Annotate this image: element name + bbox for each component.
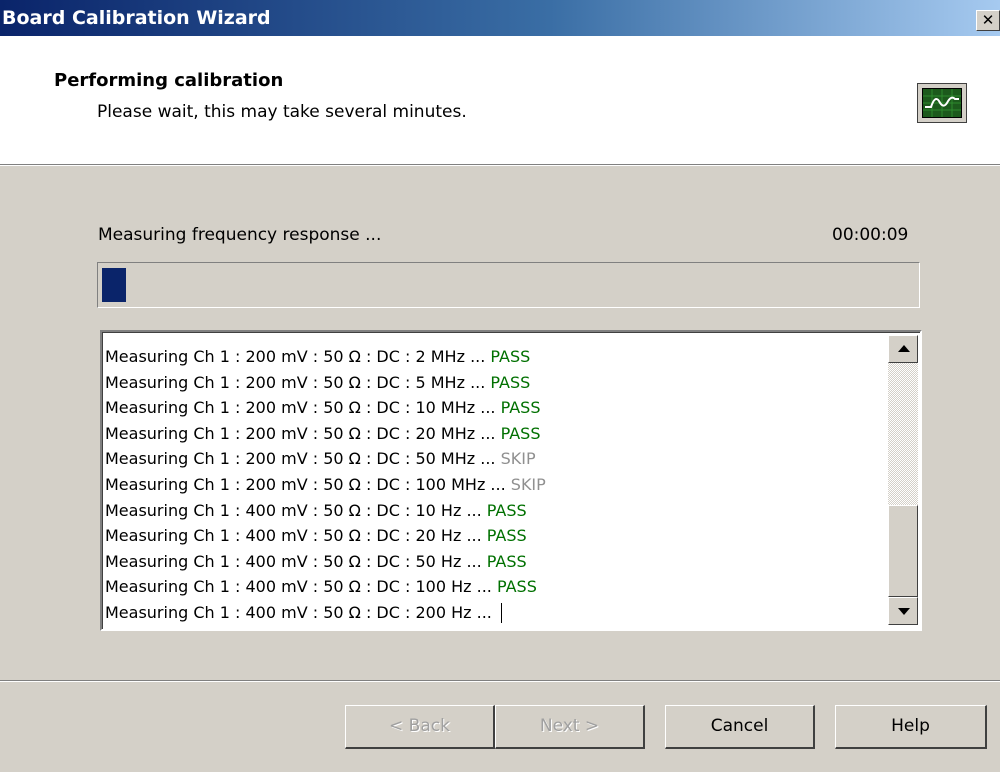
- log-line-text: Measuring Ch 1 : 200 mV : 50 Ω : DC : 2 …: [105, 347, 491, 366]
- log-line: Measuring Ch 1 : 400 mV : 50 Ω : DC : 10…: [105, 498, 885, 524]
- close-button[interactable]: ✕: [976, 10, 1000, 31]
- back-button[interactable]: < Back: [345, 705, 495, 749]
- log-line-result: PASS: [486, 551, 527, 571]
- log-line-result: PASS: [486, 526, 527, 546]
- help-button[interactable]: Help: [835, 705, 987, 749]
- progress-bar: [97, 262, 920, 308]
- log-line-result: SKIP: [510, 474, 546, 494]
- log-line: Measuring Ch 1 : 200 mV : 50 Ω : DC : 10…: [105, 472, 885, 498]
- page-subtitle: Please wait, this may take several minut…: [97, 102, 467, 122]
- log-line-text: Measuring Ch 1 : 400 mV : 50 Ω : DC : 50…: [105, 551, 487, 571]
- log-line-text: Measuring Ch 1 : 200 mV : 50 Ω : DC : 10…: [105, 398, 501, 418]
- scroll-up-button[interactable]: [888, 335, 918, 363]
- cancel-button[interactable]: Cancel: [665, 705, 815, 749]
- log-line: Measuring Ch 1 : 200 mV : 50 Ω : DC : 50…: [105, 446, 885, 472]
- log-line-result: PASS: [486, 500, 527, 520]
- arrow-down-icon: [898, 608, 910, 615]
- header-divider: [0, 165, 1000, 166]
- log-line: Measuring Ch 1 : 400 mV : 50 Ω : DC : 50…: [105, 549, 885, 575]
- calibration-wizard-window: Board Calibration Wizard ✕ Performing ca…: [0, 0, 1000, 772]
- log-line-result: PASS: [496, 577, 537, 597]
- log-line-result: SKIP: [500, 449, 536, 469]
- elapsed-time: 00:00:09: [832, 225, 909, 245]
- log-line-result: PASS: [500, 398, 541, 418]
- log-line-text: Measuring Ch 1 : 200 mV : 50 Ω : DC : 5 …: [105, 372, 491, 392]
- log-line-text: Measuring Ch 1 : 400 mV : 50 Ω : DC : 10…: [105, 577, 497, 597]
- progress-fill: [102, 268, 127, 302]
- text-caret: [500, 603, 502, 624]
- status-message: Measuring frequency response ...: [98, 225, 382, 245]
- log-line-text: Measuring Ch 1 : 400 mV : 50 Ω : DC : 20…: [105, 602, 497, 622]
- oscilloscope-icon: [917, 83, 967, 123]
- wizard-header: Performing calibration Please wait, this…: [0, 36, 1000, 165]
- arrow-up-icon: [898, 345, 910, 352]
- calibration-log[interactable]: Measuring Ch 1 : 200 mV : 50 Ω : DC : 2 …: [100, 330, 922, 631]
- title-bar: Board Calibration Wizard ✕: [0, 0, 1000, 36]
- log-line-text: Measuring Ch 1 : 200 mV : 50 Ω : DC : 50…: [105, 449, 501, 469]
- log-line: Measuring Ch 1 : 200 mV : 50 Ω : DC : 10…: [105, 395, 885, 421]
- log-line-text: Measuring Ch 1 : 200 mV : 50 Ω : DC : 10…: [105, 474, 511, 494]
- log-line: Measuring Ch 1 : 400 mV : 50 Ω : DC : 20…: [105, 600, 885, 626]
- log-lines: Measuring Ch 1 : 200 mV : 50 Ω : DC : 2 …: [105, 344, 885, 626]
- page-title: Performing calibration: [54, 70, 284, 91]
- log-line-result: PASS: [500, 423, 541, 443]
- window-title: Board Calibration Wizard: [2, 7, 271, 29]
- log-line: Measuring Ch 1 : 200 mV : 50 Ω : DC : 20…: [105, 421, 885, 447]
- footer-divider-highlight: [0, 681, 1000, 682]
- log-line-result: PASS: [490, 372, 531, 392]
- log-line-result: PASS: [490, 347, 531, 366]
- log-line-text: Measuring Ch 1 : 200 mV : 50 Ω : DC : 20…: [105, 423, 501, 443]
- scroll-thumb[interactable]: [888, 505, 918, 597]
- log-line-text: Measuring Ch 1 : 400 mV : 50 Ω : DC : 20…: [105, 526, 487, 546]
- log-line: Measuring Ch 1 : 400 mV : 50 Ω : DC : 20…: [105, 523, 885, 549]
- log-line: Measuring Ch 1 : 200 mV : 50 Ω : DC : 5 …: [105, 370, 885, 396]
- next-button[interactable]: Next >: [495, 705, 645, 749]
- log-line: Measuring Ch 1 : 400 mV : 50 Ω : DC : 10…: [105, 574, 885, 600]
- log-line-text: Measuring Ch 1 : 400 mV : 50 Ω : DC : 10…: [105, 500, 487, 520]
- log-scrollbar[interactable]: [888, 335, 918, 625]
- log-line: Measuring Ch 1 : 200 mV : 50 Ω : DC : 2 …: [105, 344, 885, 370]
- scroll-down-button[interactable]: [888, 597, 918, 625]
